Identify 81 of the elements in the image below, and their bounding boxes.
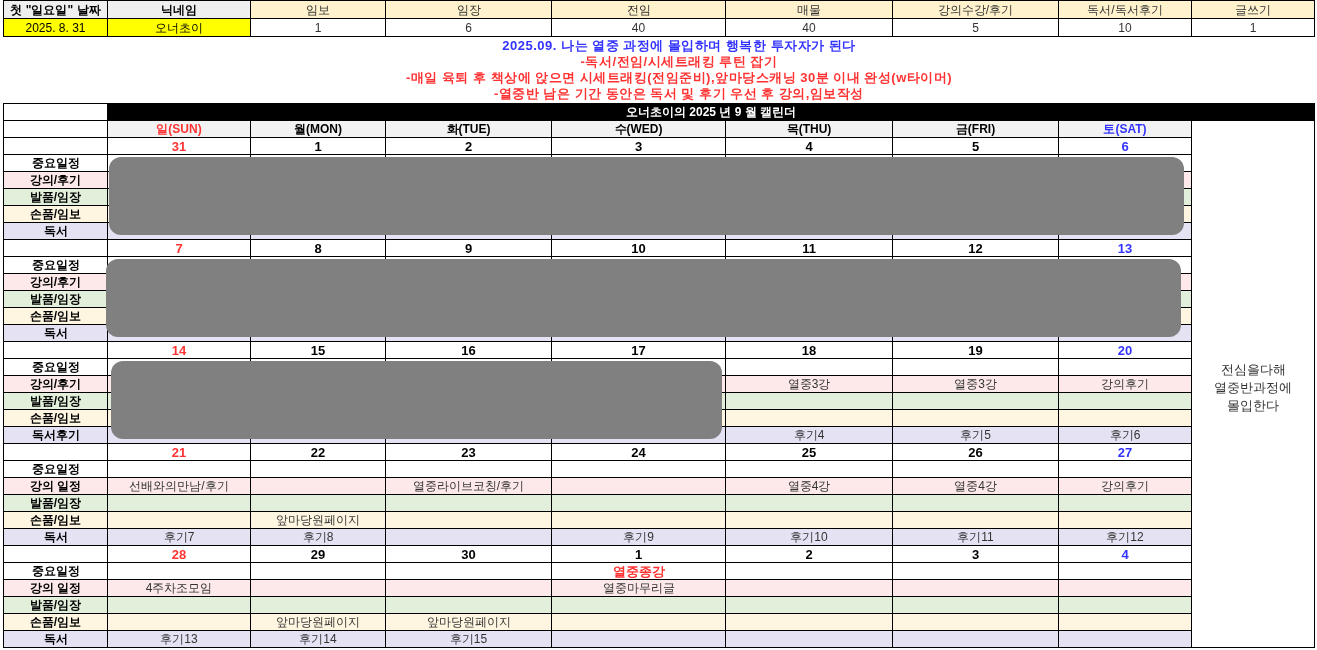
table-cell: 6 bbox=[386, 19, 552, 37]
column-header: 닉네임 bbox=[108, 1, 251, 19]
table-cell: 5 bbox=[893, 19, 1059, 37]
calendar-cell: 후기13 bbox=[108, 631, 251, 648]
calendar-cell: 후기12 bbox=[1059, 529, 1192, 546]
calendar-cell: 후기4 bbox=[726, 427, 893, 444]
row-label: 강의/후기 bbox=[4, 376, 108, 393]
calendar-cell: 후기5 bbox=[893, 427, 1059, 444]
row-label: 발품/임장 bbox=[4, 291, 108, 308]
calendar-cell: 열중4강 bbox=[893, 478, 1059, 495]
row-label: 강의/후기 bbox=[4, 172, 108, 189]
row-label: 중요일정 bbox=[4, 563, 108, 580]
column-header: 임보 bbox=[251, 1, 386, 19]
table-cell: 1 bbox=[1192, 19, 1315, 37]
goal-text: 2025.09. 나는 열중 과정에 몰입하며 행복한 투자자가 된다 bbox=[502, 38, 856, 54]
row-label: 중요일정 bbox=[4, 461, 108, 478]
calendar-cell: 후기8 bbox=[251, 529, 386, 546]
calendar-cell: 강의후기 bbox=[1059, 478, 1192, 495]
calendar-cell: 후기15 bbox=[386, 631, 552, 648]
weekday-header: 화(TUE) bbox=[386, 121, 552, 138]
row-label: 독서후기 bbox=[4, 427, 108, 444]
table-cell: 10 bbox=[1059, 19, 1192, 37]
calendar-cell: 후기9 bbox=[552, 529, 726, 546]
table-cell: 오너초이 bbox=[108, 19, 251, 37]
table-cell: 2025. 8. 31 bbox=[4, 19, 108, 37]
goal-text: -매일 육퇴 후 책상에 앉으면 시세트래킹(전임준비),앞마당스캐닝 30분 이내 완성(w타이머) bbox=[405, 70, 953, 86]
calendar-cell: 열중4강 bbox=[726, 478, 893, 495]
row-label: 손품/임보 bbox=[4, 206, 108, 223]
row-label: 손품/임보 bbox=[4, 410, 108, 427]
row-label: 손품/임보 bbox=[4, 512, 108, 529]
row-label: 손품/임보 bbox=[4, 614, 108, 631]
calendar-cell: 후기10 bbox=[726, 529, 893, 546]
calendar-cell: 후기11 bbox=[893, 529, 1059, 546]
row-label: 독서 bbox=[4, 529, 108, 546]
row-label: 발품/임장 bbox=[4, 393, 108, 410]
table-cell: 40 bbox=[552, 19, 726, 37]
weekday-header: 일(SUN) bbox=[108, 121, 251, 138]
row-label: 중요일정 bbox=[4, 359, 108, 376]
column-header: 독서/독서후기 bbox=[1059, 1, 1192, 19]
row-label: 독서 bbox=[4, 223, 108, 240]
calendar-cell: 강의후기 bbox=[1059, 376, 1192, 393]
calendar-cell: 4주차조모임 bbox=[108, 580, 251, 597]
calendar-cell: 앞마당원페이지 bbox=[251, 614, 386, 631]
weekday-header: 월(MON) bbox=[251, 121, 386, 138]
calendar-cell: 후기7 bbox=[108, 529, 251, 546]
row-label: 중요일정 bbox=[4, 155, 108, 172]
row-label: 강의 일정 bbox=[4, 580, 108, 597]
table-cell: 40 bbox=[726, 19, 893, 37]
table-cell: 1 bbox=[251, 19, 386, 37]
calendar-cell: 앞마당원페이지 bbox=[386, 614, 552, 631]
column-header: 임장 bbox=[386, 1, 552, 19]
weekday-header: 목(THU) bbox=[726, 121, 893, 138]
calendar-cell: 열중종강 bbox=[552, 563, 726, 580]
weekday-header: 수(WED) bbox=[552, 121, 726, 138]
calendar-cell: 열중3강 bbox=[726, 376, 893, 393]
row-label: 발품/임장 bbox=[4, 189, 108, 206]
column-header: 첫 "일요일" 날짜 bbox=[4, 1, 108, 19]
calendar-title: 오너초이의 2025 년 9 월 캘린더 bbox=[108, 104, 1315, 121]
row-label: 독서 bbox=[4, 325, 108, 342]
row-label: 중요일정 bbox=[4, 257, 108, 274]
calendar-cell: 앞마당원페이지 bbox=[251, 512, 386, 529]
row-label: 독서 bbox=[4, 631, 108, 648]
calendar-cell: 후기14 bbox=[251, 631, 386, 648]
calendar-cell: 선배와의만남/후기 bbox=[108, 478, 251, 495]
row-label: 손품/임보 bbox=[4, 308, 108, 325]
goal-text: -열중반 남은 기간 동안은 독서 및 후기 우선 후 강의,임보작성 bbox=[494, 86, 864, 102]
calendar-cell: 후기6 bbox=[1059, 427, 1192, 444]
column-header: 전임 bbox=[552, 1, 726, 19]
row-label: 발품/임장 bbox=[4, 597, 108, 614]
row-label: 강의 일정 bbox=[4, 478, 108, 495]
calendar-cell: 열중3강 bbox=[893, 376, 1059, 393]
weekday-header: 토(SAT) bbox=[1059, 121, 1192, 138]
weekday-header: 금(FRI) bbox=[893, 121, 1059, 138]
calendar-cell: 열중마무리글 bbox=[552, 580, 726, 597]
column-header: 매물 bbox=[726, 1, 893, 19]
goal-text: -독서/전임/시세트래킹 루틴 잡기 bbox=[580, 54, 778, 70]
calendar-cell: 열중라이브코칭/후기 bbox=[386, 478, 552, 495]
row-label: 발품/임장 bbox=[4, 495, 108, 512]
row-label: 강의/후기 bbox=[4, 274, 108, 291]
column-header: 강의수강/후기 bbox=[893, 1, 1059, 19]
column-header: 글쓰기 bbox=[1192, 1, 1315, 19]
